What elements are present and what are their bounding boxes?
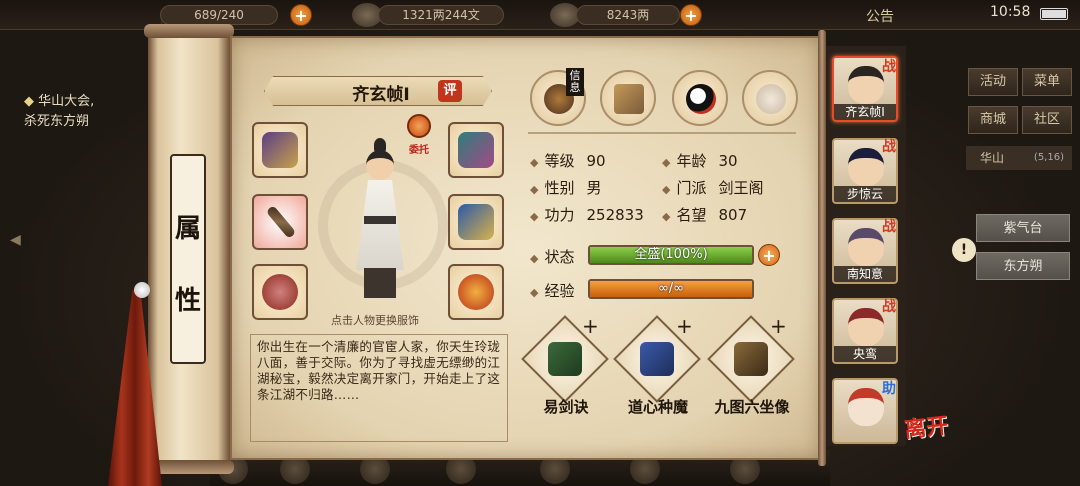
roster-tag: 战 [882,299,896,315]
quest-tracker[interactable]: ◆ 华山大会, 杀死东方朔 [24,92,94,132]
divider [528,132,796,134]
exclaim-icon[interactable]: ! [952,238,976,262]
equip-slot-weapon[interactable] [252,194,308,250]
gold-value: 8243两 [576,5,680,25]
stamina-value: 689/240 [160,5,278,25]
tassel-bead [134,282,150,298]
quest-title: 华山大会, [38,94,95,109]
stat-sect: ◆ 门派 剑王阁 [662,179,764,197]
entrust-icon [407,114,431,138]
attributes-title: 属 性 [170,154,206,364]
equip-slot-gloves[interactable] [252,122,308,178]
change-outfit-hint: 点击人物更换服饰 [331,314,419,327]
info-tag: 信息 [566,68,584,96]
exp-text: ∞/∞ [657,281,685,296]
status-text: 全盛(100%) [634,247,708,262]
left-arrow-icon[interactable]: ◀ [10,232,21,248]
entrust-label: 委托 [409,145,429,156]
skill-name: 易剑诀 [543,398,589,416]
status-label: ◆ 状态 [530,248,575,266]
skill-add-icon[interactable]: + [582,314,599,338]
scroll-roll: 属 性 [144,24,234,474]
clock: 10:58 [990,4,1031,20]
equip-slot-hat[interactable] [448,122,504,178]
battery-icon [1040,8,1068,20]
skill-name: 九图六坐像 [714,398,790,416]
equip-slot-armor[interactable] [448,194,504,250]
character-name: 齐玄帧Ⅰ [352,85,410,105]
scroll-edge [818,30,826,466]
stat-gender: ◆ 性别男 [530,179,602,197]
gold-add-button[interactable]: + [680,4,702,26]
menu-button[interactable]: 菜单 [1022,68,1072,96]
entrust-button[interactable]: 委托 [404,114,434,156]
skill-name: 道心种魔 [627,398,688,416]
bagua-icon[interactable] [672,70,728,126]
character-bio: 你出生在一个清廉的官宦人家，你天生玲珑八面，善于交际。你为了寻找虚无缥缈的江湖秘… [250,334,508,442]
quest-desc: 杀死东方朔 [24,114,90,129]
shop-button[interactable]: 商城 [968,106,1018,134]
announcement-button[interactable]: 公告 [866,6,894,26]
roster-tag: 战 [882,219,896,235]
status-bar: 全盛(100%) [588,245,754,265]
target-item[interactable]: 东方朔 [976,252,1070,280]
location-name: 华山 [980,151,1005,165]
community-button[interactable]: 社区 [1022,106,1072,134]
skill-add-icon[interactable]: + [676,314,693,338]
leave-button[interactable]: 离开 [902,408,949,444]
stamina-add-button[interactable]: + [290,4,312,26]
activity-button[interactable]: 活动 [968,68,1018,96]
stat-level: ◆ 等级 90 [530,152,606,170]
stat-age: ◆ 年龄 30 [662,152,738,170]
stat-power: ◆ 功力 252833 [530,206,644,224]
roster-tag: 战 [882,139,896,155]
location-coords: (5,16) [1033,152,1064,163]
status-add-button[interactable]: + [758,244,780,266]
rate-button[interactable]: 评 [438,80,462,102]
title-char: 性 [174,286,201,316]
meridian-icon[interactable] [742,70,798,126]
exp-label: ◆ 经验 [530,282,575,300]
roster-tag: 战 [882,59,896,75]
skill-add-icon[interactable]: + [770,314,787,338]
character-portrait[interactable] [348,136,412,302]
roster-tag: 助 [882,381,896,397]
silver-value: 1321两244文 [378,5,504,25]
exp-bar: ∞/∞ [588,279,754,299]
map-icon[interactable] [600,70,656,126]
info-icon[interactable]: 信息 [530,68,586,126]
location-label: 华山 (5,16) [966,146,1072,170]
stat-fame: ◆ 名望 807 [662,206,748,224]
target-item[interactable]: 紫气台 [976,214,1070,242]
title-char: 属 [174,214,201,244]
